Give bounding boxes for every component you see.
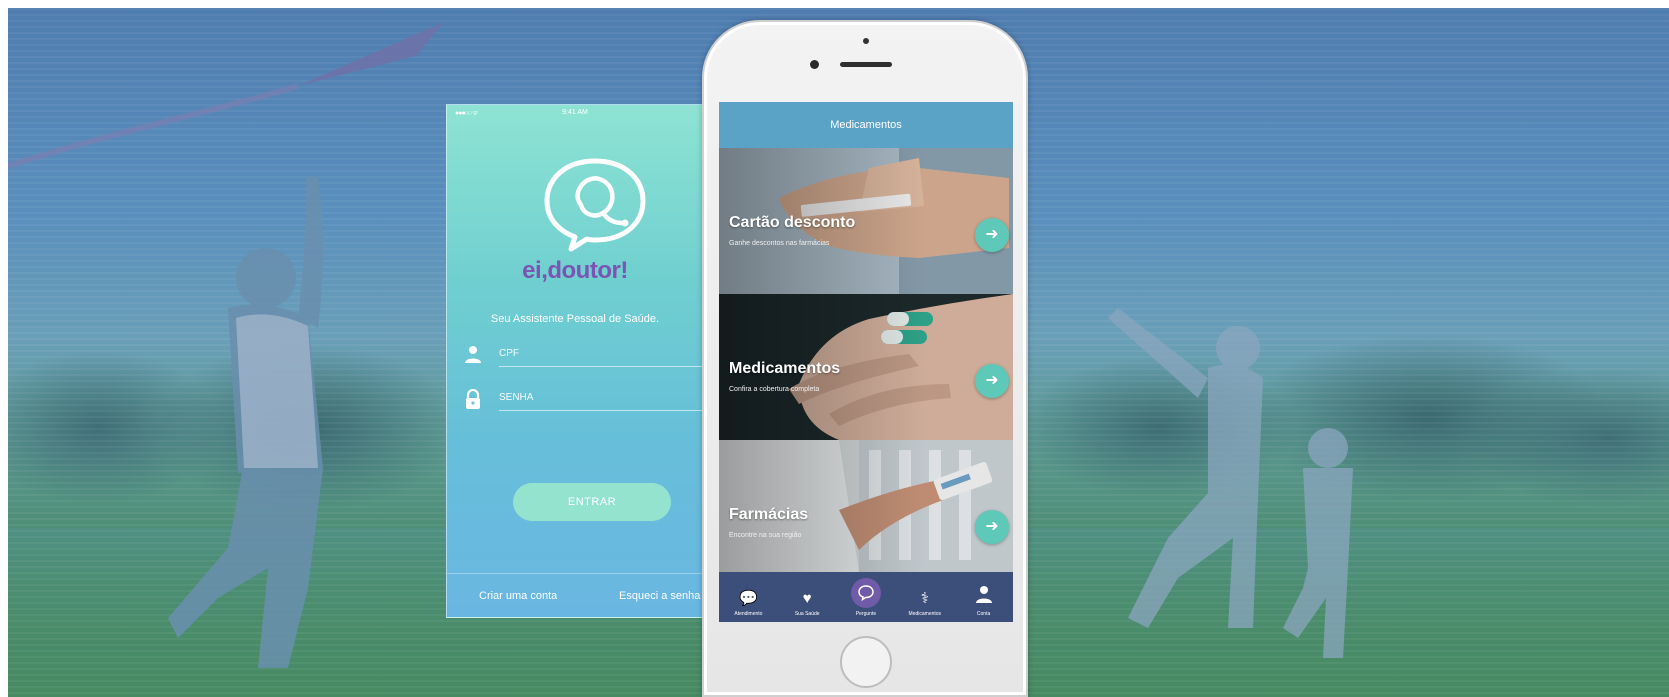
arrow-right-icon[interactable]: ➜ [975, 218, 1009, 252]
tab-label: Conta [976, 611, 991, 617]
card-subtitle: Confira a cobertura completa [729, 386, 820, 393]
phone-mockup: Medicamentos Cartão desconto Ganhe desco… [702, 20, 1028, 697]
tab-label: Pergunte [855, 611, 877, 617]
tab-pergunte[interactable]: Pergunte [837, 572, 896, 622]
ask-icon [850, 578, 881, 608]
screen-title: Medicamentos [719, 102, 1013, 148]
cpf-field [465, 335, 703, 367]
status-bar: ●●●○○ ᯤ 9:41 AM [447, 105, 703, 119]
user-icon [975, 585, 992, 608]
card-title: Farmácias [729, 506, 809, 523]
tab-label: Atendimento [734, 611, 763, 617]
arrow-right-icon[interactable]: ➜ [975, 510, 1009, 544]
pharmacist-icon: ⚕ [920, 590, 929, 607]
lock-icon [465, 388, 487, 411]
home-button[interactable] [840, 636, 892, 688]
tab-label: Medicamentos [908, 611, 942, 617]
cpf-input[interactable] [499, 348, 703, 359]
card-subtitle: Encontre na sua região [729, 532, 802, 539]
login-footer: Criar uma conta Esqueci a senha [447, 573, 703, 617]
card-subtitle: Ganhe descontos nas farmácias [729, 240, 830, 247]
login-screen: ●●●○○ ᯤ 9:41 AM ei,doutor! Seu Assistent… [446, 104, 704, 618]
create-account-link[interactable]: Criar uma conta [479, 590, 557, 602]
tab-atendimento[interactable]: 💬 Atendimento [719, 572, 778, 622]
entrar-button[interactable]: ENTRAR [513, 483, 671, 521]
card-farmacias[interactable]: Farmácias Encontre na sua região ➜ [719, 440, 1013, 572]
phone-sensor [863, 38, 869, 44]
card-medicamentos[interactable]: Medicamentos Confira a cobertura complet… [719, 294, 1013, 440]
tab-label: Sua Saúde [794, 611, 820, 617]
card-title: Cartão desconto [729, 214, 856, 231]
card-cartao-desconto[interactable]: Cartão desconto Ganhe descontos nas farm… [719, 148, 1013, 294]
card-title: Medicamentos [729, 360, 841, 377]
tab-sua-saude[interactable]: ♥ Sua Saúde [778, 572, 837, 622]
tab-conta[interactable]: Conta [954, 572, 1013, 622]
ei-doutor-logo-icon [544, 158, 646, 252]
user-icon [465, 345, 487, 367]
app-screen: Medicamentos Cartão desconto Ganhe desco… [719, 102, 1013, 622]
senha-field [465, 379, 703, 411]
tagline: Seu Assistente Pessoal de Saúde. [490, 313, 660, 325]
woman-and-child-silhouette [1108, 308, 1353, 658]
arrow-right-icon[interactable]: ➜ [975, 364, 1009, 398]
phone-speaker [840, 62, 892, 67]
chat-bubbles-icon: 💬 [739, 590, 758, 607]
signal-icon: ●●●○○ ᯤ [455, 110, 479, 117]
senha-input[interactable] [499, 392, 703, 403]
tab-bar: 💬 Atendimento ♥ Sua Saúde Pergunte ⚕ Med… [719, 572, 1013, 622]
status-time: 9:41 AM [562, 108, 588, 116]
forgot-password-link[interactable]: Esqueci a senha [619, 590, 700, 602]
boy-silhouette [168, 176, 323, 668]
phone-camera [810, 60, 819, 69]
kite-illustration [8, 22, 444, 169]
tab-medicamentos[interactable]: ⚕ Medicamentos [895, 572, 954, 622]
brand-name: ei,doutor! [522, 257, 628, 284]
heart-icon: ♥ [802, 590, 812, 607]
